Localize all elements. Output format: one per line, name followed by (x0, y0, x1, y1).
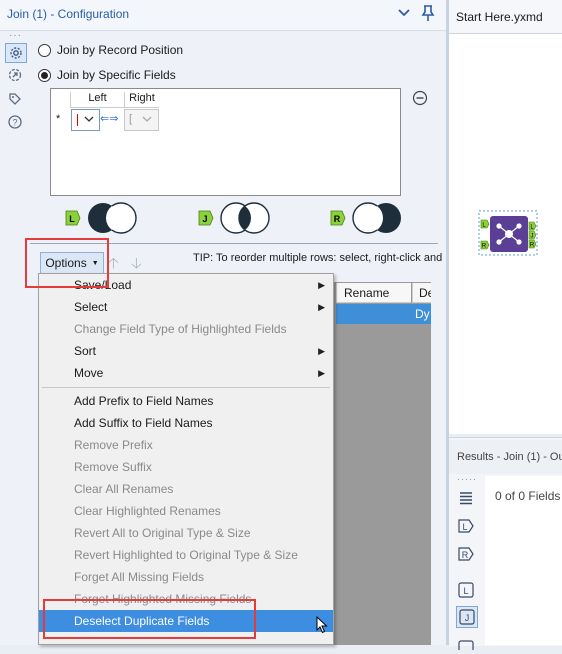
right-output-icon[interactable] (456, 634, 476, 654)
menu-item-clear-highlighted-renames[interactable]: Clear Highlighted Renames (39, 500, 333, 522)
right-field-value: [ (129, 113, 133, 125)
output-letter: L (69, 214, 75, 224)
right-input-icon[interactable]: R (456, 544, 476, 564)
svg-text:R: R (462, 550, 469, 560)
submenu-arrow-icon: ▶ (318, 302, 325, 312)
chevron-down-icon[interactable] (396, 5, 412, 21)
reorder-tip: TIP: To reorder multiple rows: select, r… (193, 252, 443, 264)
menu-item-select[interactable]: Select ▶ (39, 296, 333, 318)
radio-specific-fields[interactable] (38, 68, 51, 82)
column-header-description[interactable]: De (412, 283, 431, 303)
options-menu: Save/Load ▶ Select ▶ Change Field Type of … (38, 273, 334, 645)
menu-item-remove-suffix[interactable]: Remove Suffix (39, 456, 333, 478)
tag-icon[interactable] (5, 90, 25, 108)
output-letter: J (531, 234, 534, 240)
join-by-specific-fields-option[interactable]: Join by Specific Fields (38, 66, 176, 84)
svg-text:L: L (462, 522, 467, 532)
svg-text:J: J (465, 613, 470, 623)
svg-text:L: L (463, 586, 468, 596)
column-header-right: Right (124, 92, 159, 108)
results-title: Results - Join (1) - Ou (457, 451, 562, 463)
chevron-down-icon (142, 116, 152, 122)
menu-item-move[interactable]: Move ▶ (39, 362, 333, 384)
right-field-dropdown[interactable]: [ (124, 109, 159, 131)
column-header-rename[interactable]: Rename (336, 283, 411, 303)
tab-label: Start Here.yxmd (456, 10, 543, 24)
submenu-arrow-icon: ▶ (318, 368, 325, 378)
input-letter: R (482, 244, 487, 250)
join-by-record-position-option[interactable]: Join by Record Position (38, 41, 183, 59)
drag-handle-dots: ····· (457, 474, 477, 484)
menu-item-add-prefix[interactable]: Add Prefix to Field Names (39, 390, 333, 412)
left-output-venn[interactable]: L (65, 200, 140, 236)
left-output-icon[interactable]: L (456, 580, 476, 600)
menu-item-remove-prefix[interactable]: Remove Prefix (39, 434, 333, 456)
join-tool-node[interactable]: L R L J R (478, 210, 540, 256)
menu-item-revert-highlighted[interactable]: Revert Highlighted to Original Type & Si… (39, 544, 333, 566)
radio-record-position[interactable] (38, 43, 51, 57)
radio-label: Join by Specific Fields (57, 68, 176, 82)
annotation-highlight-box (43, 599, 256, 639)
new-row-marker: * (56, 113, 61, 125)
right-output-venn[interactable]: R (330, 200, 405, 236)
menu-separator (42, 387, 330, 388)
menu-item-sort[interactable]: Sort ▶ (39, 340, 333, 362)
menu-item-add-suffix[interactable]: Add Suffix to Field Names (39, 412, 333, 434)
output-letter: R (530, 243, 535, 249)
table-cell: Dy (415, 307, 430, 321)
drag-handle-dots: ··· (9, 30, 22, 41)
output-letter: R (334, 214, 341, 224)
menu-item-forget-all-missing[interactable]: Forget All Missing Fields (39, 566, 333, 588)
menu-item-clear-all-renames[interactable]: Clear All Renames (39, 478, 333, 500)
submenu-arrow-icon: ▶ (318, 280, 325, 290)
join-output-venn[interactable]: J (198, 200, 273, 236)
chevron-down-icon (84, 116, 94, 122)
fields-count: 0 of 0 Fields (495, 489, 561, 503)
svg-text:?: ? (12, 118, 17, 128)
join-output-icon[interactable]: J (456, 606, 478, 628)
left-field-dropdown[interactable] (71, 109, 100, 131)
menu-item-change-field-type[interactable]: Change Field Type of Highlighted Fields (39, 318, 333, 340)
column-header-left: Left (70, 92, 124, 108)
left-input-icon[interactable]: L (456, 516, 476, 536)
table-icon[interactable] (456, 488, 476, 508)
mouse-pointer-icon (316, 615, 328, 634)
output-letter: J (202, 214, 207, 224)
submenu-arrow-icon: ▶ (318, 346, 325, 356)
config-title: Join (1) - Configuration (7, 7, 130, 21)
pin-icon[interactable] (420, 4, 436, 22)
gear-icon[interactable] (5, 43, 27, 63)
swap-arrows-icon[interactable]: ⇐⇒ (100, 112, 118, 125)
connection-icon[interactable] (5, 66, 25, 84)
remove-row-button[interactable] (410, 89, 430, 107)
help-icon[interactable]: ? (5, 113, 25, 131)
menu-item-revert-all[interactable]: Revert All to Original Type & Size (39, 522, 333, 544)
text-cursor (77, 114, 78, 126)
radio-label: Join by Record Position (57, 43, 184, 57)
annotation-highlight-box (25, 238, 109, 288)
